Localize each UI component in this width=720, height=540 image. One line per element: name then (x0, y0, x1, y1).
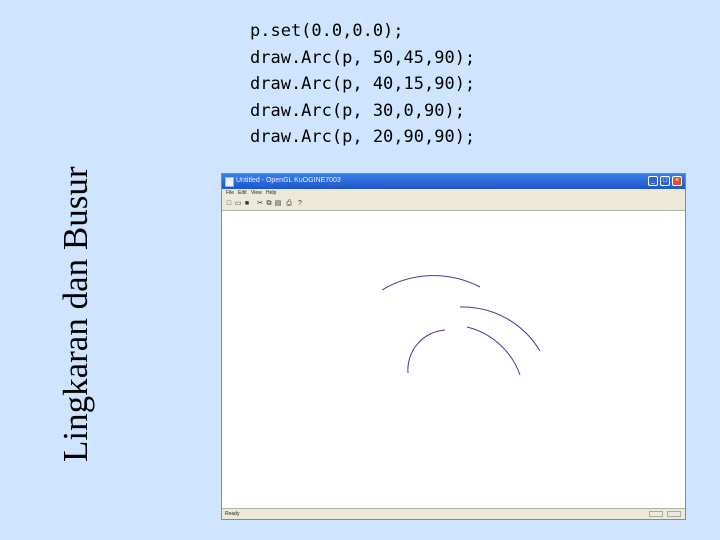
code-line: draw.Arc(p, 40,15,90); (250, 74, 476, 94)
maximize-button[interactable]: □ (660, 176, 670, 186)
menu-bar: File Edit View Help (222, 189, 685, 198)
window-titlebar[interactable]: Untitled - OpenGL KuOGINE7003 _ □ × (222, 174, 685, 189)
minimize-button[interactable]: _ (648, 176, 658, 186)
status-cell (667, 511, 681, 517)
code-line: draw.Arc(p, 20,90,90); (250, 127, 476, 147)
menu-help[interactable]: Help (266, 190, 276, 196)
save-icon[interactable]: ■ (243, 200, 251, 208)
arc-3 (466, 326, 521, 376)
open-icon[interactable]: ▭ (234, 200, 242, 208)
cut-icon[interactable]: ✂ (256, 200, 264, 208)
menu-file[interactable]: File (226, 190, 234, 196)
arc-4 (407, 329, 446, 374)
paste-icon[interactable]: ▤ (274, 200, 282, 208)
copy-icon[interactable]: ⧉ (265, 200, 273, 208)
menu-view[interactable]: View (251, 190, 262, 196)
code-block: p.set(0.0,0.0); draw.Arc(p, 50,45,90); dra… (250, 18, 475, 151)
menu-edit[interactable]: Edit (238, 190, 247, 196)
code-line: p.set(0.0,0.0); (250, 21, 404, 41)
close-button[interactable]: × (672, 176, 682, 186)
app-window: Untitled - OpenGL KuOGINE7003 _ □ × File… (221, 173, 686, 520)
status-text: Ready (225, 511, 240, 517)
slide-title: Lingkaran dan Busur (56, 166, 95, 462)
print-icon[interactable]: ⎙ (285, 200, 293, 208)
status-bar: Ready (222, 508, 685, 519)
arc-drawing (381, 275, 541, 376)
drawing-canvas[interactable] (222, 211, 685, 509)
code-line: draw.Arc(p, 30,0,90); (250, 100, 465, 121)
app-icon (225, 177, 234, 187)
window-title: Untitled - OpenGL KuOGINE7003 (236, 177, 341, 184)
status-cell (649, 511, 663, 517)
help-icon[interactable]: ? (296, 200, 304, 208)
arc-1 (381, 275, 481, 291)
toolbar: □ ▭ ■ ✂ ⧉ ▤ ⎙ ? (222, 198, 685, 211)
code-line: draw.Arc(p, 50,45,90); (250, 47, 476, 68)
new-icon[interactable]: □ (225, 200, 233, 208)
